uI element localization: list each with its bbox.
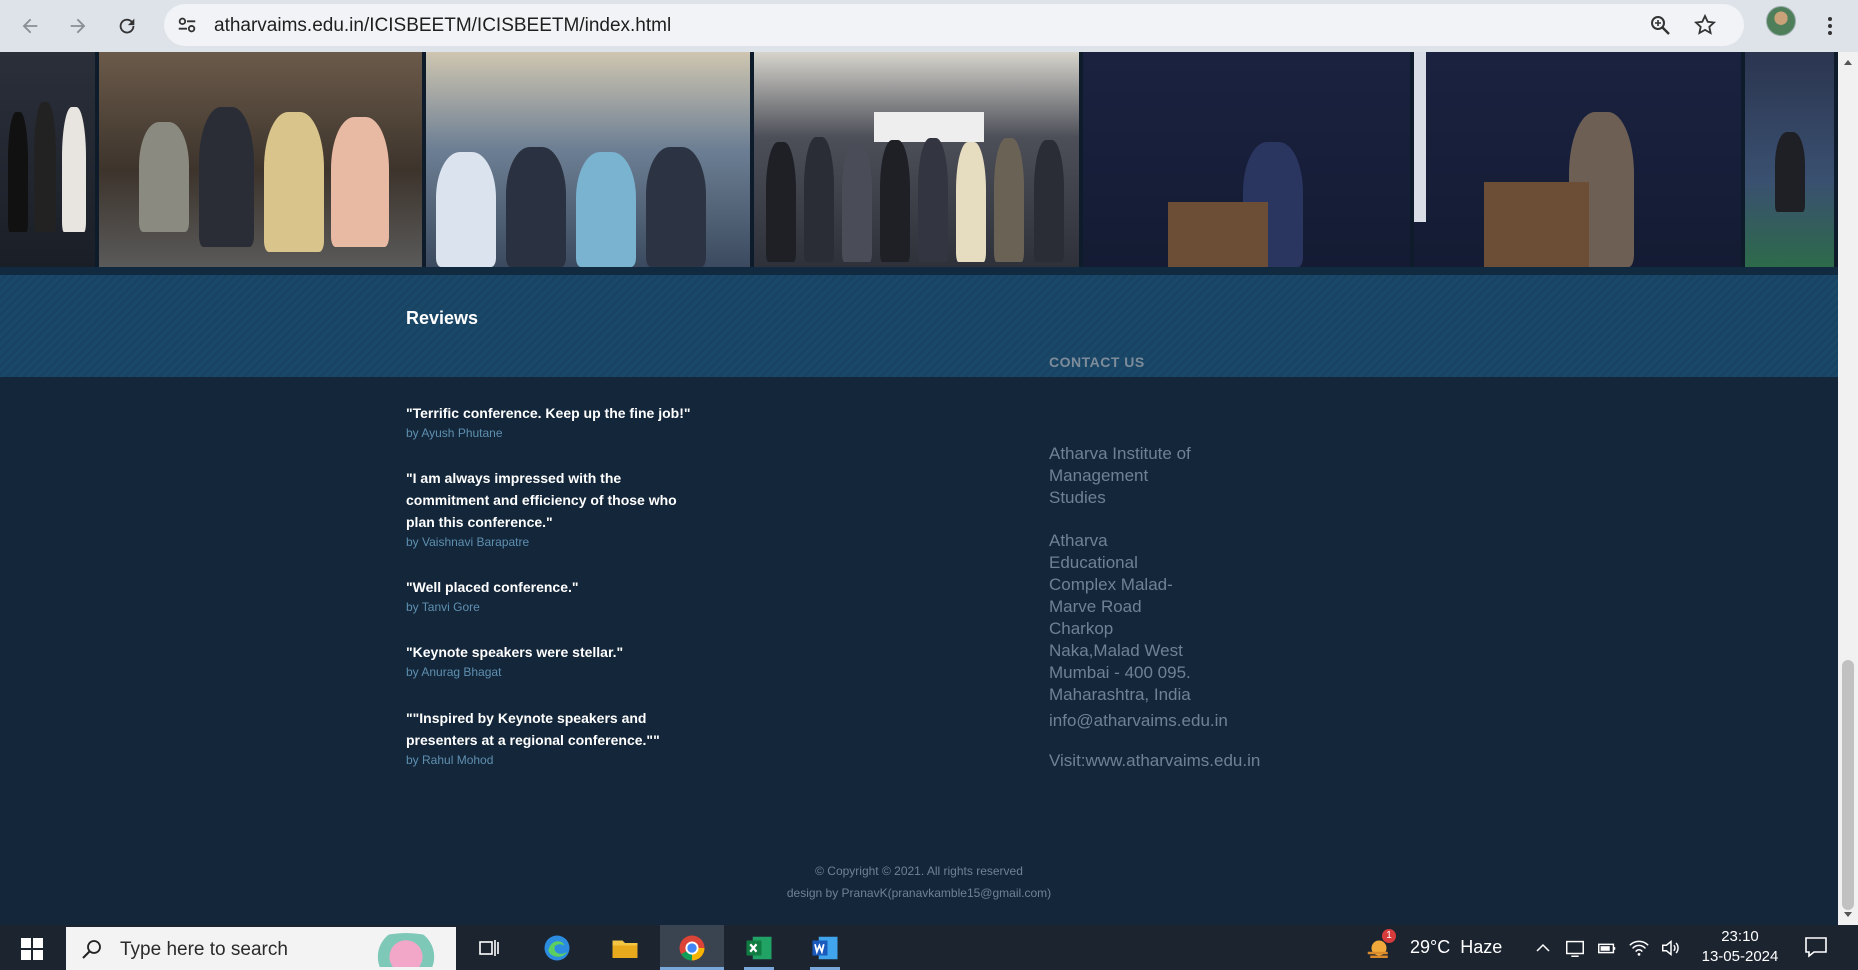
review-item: ""Inspired by Keynote speakers and prese… [406,707,706,767]
lotus-illustration-icon [366,933,446,967]
meet-now-icon[interactable] [1564,937,1586,959]
review-author: by Rahul Mohod [406,753,494,767]
clock-time: 23:10 [1721,928,1759,945]
gallery-photo[interactable] [99,52,423,267]
bookmark-star-icon[interactable] [1693,13,1717,37]
gallery-photo[interactable] [1413,52,1741,267]
review-quote: ""Inspired by Keynote speakers and prese… [406,710,660,748]
menu-dots-icon[interactable] [1818,6,1842,46]
page-scrollbar[interactable] [1838,52,1858,925]
scroll-thumb[interactable] [1842,660,1854,910]
address-line: Maharashtra, India [1049,685,1191,704]
review-author: by Ayush Phutane [406,426,503,440]
taskbar-search[interactable]: Type here to search [66,927,456,970]
photo-gallery [0,52,1838,267]
address-line: Educational [1049,553,1138,572]
forward-button[interactable] [58,6,98,46]
review-quote: "Well placed conference." [406,579,579,595]
task-view-icon[interactable] [472,931,506,965]
contact-institute: Atharva Institute of Management Studies [1049,443,1191,509]
institute-line: Studies [1049,488,1106,507]
search-icon [82,940,101,959]
review-quote: "Terrific conference. Keep up the fine j… [406,405,691,421]
address-line: Atharva [1049,531,1108,550]
footer [0,377,1838,925]
designer-credit: design by PranavK(pranavkamble15@gmail.c… [786,886,1052,900]
address-line: Marve Road [1049,597,1142,616]
windows-taskbar: Type here to search 1 29°C Haze 23:10 13… [0,925,1858,970]
forward-arrow-icon [70,18,86,34]
volume-icon[interactable] [1660,937,1682,959]
review-item: "Well placed conference." by Tanvi Gore [406,576,706,614]
profile-avatar[interactable] [1766,6,1796,36]
address-bar[interactable]: atharvaims.edu.in/ICISBEETM/ICISBEETM/in… [164,4,1744,46]
review-quote: "Keynote speakers were stellar." [406,644,624,660]
contact-website-link[interactable]: Visit:www.atharvaims.edu.in [1049,750,1260,772]
chevron-up-icon[interactable] [1534,939,1552,957]
review-author: by Vaishnavi Barapatre [406,535,530,549]
weather-badge: 1 [1382,929,1396,943]
gallery-photo[interactable] [754,52,1079,267]
address-line: Charkop [1049,619,1114,638]
zoom-icon[interactable] [1648,13,1672,37]
battery-icon[interactable] [1596,937,1618,959]
url-text[interactable]: atharvaims.edu.in/ICISBEETM/ICISBEETM/in… [214,15,671,37]
contact-heading: CONTACT US [1049,354,1145,370]
contact-address: Atharva Educational Complex Malad- Marve… [1049,530,1191,706]
address-line: Naka,Malad West [1049,641,1183,660]
notification-center-icon[interactable] [1804,936,1828,958]
file-explorer-icon[interactable] [608,931,642,965]
address-line: Complex Malad- [1049,575,1173,594]
gallery-photo[interactable] [1082,52,1410,267]
reload-icon [119,18,135,34]
reviews-heading: Reviews [406,308,479,328]
search-placeholder: Type here to search [120,939,288,960]
pattern-band [0,267,1838,377]
wifi-icon[interactable] [1628,937,1650,959]
address-line: Mumbai - 400 095. [1049,663,1191,682]
back-arrow-icon [22,18,38,34]
excel-icon[interactable] [742,931,776,965]
institute-line: Management [1049,466,1149,485]
system-clock[interactable]: 23:10 13-05-2024 [1700,927,1780,967]
word-icon[interactable] [808,931,842,965]
review-item: "I am always impressed with the commitme… [406,467,706,549]
gallery-photo[interactable] [426,52,751,267]
webpage [0,52,1838,925]
reload-button[interactable] [107,6,147,46]
gallery-photo[interactable] [1744,52,1835,267]
windows-start-icon[interactable] [12,935,52,963]
review-item: "Keynote speakers were stellar." by Anur… [406,641,706,679]
back-button[interactable] [10,6,50,46]
institute-line: Atharva Institute of [1049,444,1191,463]
review-author: by Tanvi Gore [406,600,480,614]
clock-date: 13-05-2024 [1701,948,1779,965]
browser-toolbar: atharvaims.edu.in/ICISBEETM/ICISBEETM/in… [0,0,1858,52]
contact-email-link[interactable]: info@atharvaims.edu.in [1049,710,1228,732]
site-settings-icon[interactable] [174,12,200,38]
review-quote: "I am always impressed with the commitme… [406,470,677,530]
edge-browser-icon[interactable] [540,931,574,965]
chrome-icon[interactable] [675,931,709,965]
scroll-down-icon[interactable] [1843,909,1853,919]
weather-text[interactable]: 29°C Haze [1410,937,1502,958]
gallery-photo[interactable] [0,52,96,267]
review-item: "Terrific conference. Keep up the fine j… [406,402,706,440]
copyright-text: © Copyright © 2021. All rights reserved [815,864,1023,878]
review-author: by Anurag Bhagat [406,665,502,679]
scroll-up-icon[interactable] [1843,58,1853,68]
